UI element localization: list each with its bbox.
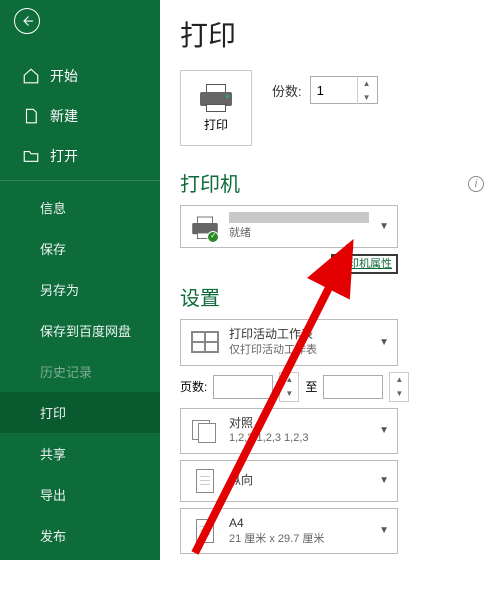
collate-icon [192, 420, 218, 442]
sidebar-baidu[interactable]: 保存到百度网盘 [0, 310, 160, 351]
settings-section-label: 设置 [180, 282, 500, 311]
chevron-down-icon: ▼ [379, 425, 389, 436]
orientation-dropdown[interactable]: 纵向 ▼ [180, 460, 398, 502]
pages-to-label: 至 [305, 378, 317, 395]
collate-dropdown[interactable]: 对照 1,2,3 1,2,3 1,2,3 ▼ [180, 408, 398, 454]
sidebar-open[interactable]: 打开 [0, 136, 160, 181]
label: 打开 [50, 146, 78, 166]
sheets-icon [191, 331, 219, 353]
label: 新建 [50, 106, 78, 126]
sidebar-close[interactable]: 关闭 [0, 556, 160, 597]
from-down[interactable]: ▼ [280, 387, 298, 401]
back-button[interactable] [14, 8, 40, 34]
sidebar-home[interactable]: 开始 [0, 56, 160, 96]
chevron-down-icon: ▼ [379, 221, 389, 232]
print-button[interactable]: 打印 [180, 70, 252, 146]
from-up[interactable]: ▲ [280, 373, 298, 387]
chevron-down-icon: ▼ [379, 475, 389, 486]
file-icon [22, 107, 40, 125]
line1: 纵向 [229, 472, 371, 489]
sidebar-new[interactable]: 新建 [0, 96, 160, 136]
line2: 21 厘米 x 29.7 厘米 [229, 532, 371, 547]
printer-dropdown[interactable]: 就绪 ▼ [180, 205, 398, 248]
sidebar-share[interactable]: 共享 [0, 433, 160, 474]
info-icon[interactable]: i [468, 176, 484, 192]
printer-small-icon [189, 213, 221, 241]
home-icon [22, 67, 40, 85]
printer-status: 就绪 [229, 226, 371, 241]
pages-to-input[interactable] [323, 375, 383, 399]
sidebar-info[interactable]: 信息 [0, 187, 160, 228]
orientation-icon [196, 469, 214, 493]
line1: A4 [229, 515, 371, 532]
line2: 仅打印活动工作表 [229, 343, 371, 358]
sidebar-publish[interactable]: 发布 [0, 515, 160, 556]
chevron-down-icon: ▼ [379, 337, 389, 348]
line1: 对照 [229, 415, 371, 432]
sidebar-export[interactable]: 导出 [0, 474, 160, 515]
printer-properties-link[interactable]: 打印机属性 [331, 254, 398, 274]
paper-icon [196, 519, 214, 543]
sidebar-history[interactable]: 历史记录 [0, 351, 160, 392]
chevron-down-icon: ▼ [379, 525, 389, 536]
paper-dropdown[interactable]: A4 21 厘米 x 29.7 厘米 ▼ [180, 508, 398, 554]
label: 开始 [50, 66, 78, 86]
pages-from-input[interactable] [213, 375, 273, 399]
seq: 1,2,3 1,2,3 1,2,3 [229, 431, 371, 446]
print-button-label: 打印 [204, 116, 228, 133]
line1: 打印活动工作表 [229, 326, 371, 343]
pages-label: 页数: [180, 378, 207, 395]
sidebar-save[interactable]: 保存 [0, 228, 160, 269]
to-up[interactable]: ▲ [390, 373, 408, 387]
copies-input[interactable] [311, 83, 357, 98]
printer-icon [200, 84, 232, 110]
page-title: 打印 [180, 0, 500, 70]
printer-section-label: 打印机 [180, 168, 240, 197]
copies-input-wrap: ▲ ▼ [310, 76, 378, 104]
back-arrow-icon [18, 12, 36, 30]
sidebar-saveas[interactable]: 另存为 [0, 269, 160, 310]
copies-up[interactable]: ▲ [358, 76, 376, 90]
to-down[interactable]: ▼ [390, 387, 408, 401]
open-icon [22, 147, 40, 165]
copies-down[interactable]: ▼ [358, 90, 376, 104]
print-sheets-dropdown[interactable]: 打印活动工作表 仅打印活动工作表 ▼ [180, 319, 398, 365]
sidebar-print[interactable]: 打印 [0, 392, 160, 433]
copies-label: 份数: [272, 81, 302, 100]
